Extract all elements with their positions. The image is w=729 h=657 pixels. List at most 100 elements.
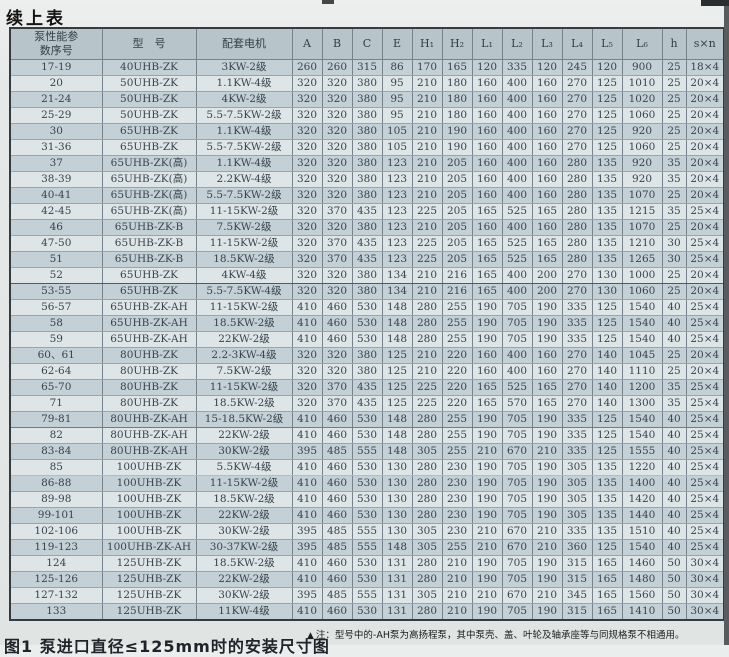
dimension-cell: 25 [662,284,686,300]
table-row: 62-6480UHB-ZK7.5KW-2级3203203801252102201… [10,364,724,380]
dimension-cell: 210 [412,140,442,156]
dimension-cell: 135 [592,460,622,476]
dimension-cell: 190 [472,476,502,492]
model-cell: 65UHB-ZK-B [102,236,196,252]
dimension-cell: 305 [412,588,442,604]
dimension-cell: 190 [442,140,472,156]
dimension-cell: 148 [382,332,412,348]
motor-cell: 5.5-7.5KW-2级 [196,108,292,124]
param-no-cell: 89-98 [10,492,102,508]
param-no-cell: 60、61 [10,348,102,364]
dimension-cell: 280 [562,172,592,188]
dimension-cell: 225 [412,396,442,412]
dimension-cell: 125 [592,300,622,316]
dimension-cell: 1540 [622,332,662,348]
dimension-cell: 131 [382,556,412,572]
dimension-cell: 160 [472,156,502,172]
dimension-cell: 305 [562,460,592,476]
dimension-cell: 220 [442,364,472,380]
dimension-cell: 380 [352,348,382,364]
dimension-cell: 20×4 [686,108,724,124]
dimension-cell: 210 [412,172,442,188]
dimension-cell: 190 [472,508,502,524]
dimension-cell: 1110 [622,364,662,380]
dimension-cell: 160 [532,92,562,108]
dimension-cell: 35 [662,380,686,396]
model-cell: 65UHB-ZK [102,284,196,300]
dimension-cell: 410 [292,492,322,508]
dimension-cell: 130 [382,460,412,476]
dimension-cell: 190 [532,428,562,444]
model-cell: 50UHB-ZK [102,92,196,108]
dimension-cell: 25 [662,348,686,364]
model-cell: 65UHB-ZK(高) [102,188,196,204]
dimension-cell: 20×4 [686,364,724,380]
dimension-cell: 260 [292,60,322,76]
dimension-cell: 255 [442,540,472,556]
dimension-cell: 1560 [622,588,662,604]
dimension-cell: 255 [442,428,472,444]
param-no-cell: 38-39 [10,172,102,188]
dimension-cell: 25×4 [686,524,724,540]
dimension-cell: 460 [322,300,352,316]
dimension-cell: 320 [322,284,352,300]
dimension-cell: 25×4 [686,460,724,476]
table-row: 5265UHB-ZK4KW-4级320320380134210216165400… [10,268,724,284]
dimension-cell: 230 [442,476,472,492]
footnote-text: 注：型号中的-AH泵为高扬程泵，其中泵壳、盖、叶轮及轴承座等与同规格泵不相通用。 [316,630,685,641]
dimension-cell: 20×4 [686,156,724,172]
dimension-cell: 1070 [622,220,662,236]
dimension-cell: 670 [502,524,532,540]
dimension-cell: 131 [382,604,412,621]
dimension-cell: 400 [502,268,532,284]
dimension-cell: 320 [292,252,322,268]
dimension-cell: 255 [442,316,472,332]
table-row: 83-8480UHB-ZK-AH30KW-2级39548555514830525… [10,444,724,460]
dimension-cell: 320 [292,268,322,284]
dimension-cell: 180 [442,92,472,108]
dimension-cell: 190 [532,460,562,476]
dimension-cell: 395 [292,540,322,556]
dimension-cell: 220 [442,380,472,396]
dimension-cell: 165 [472,396,502,412]
dimension-cell: 25 [662,92,686,108]
dimension-cell: 190 [532,300,562,316]
dimension-cell: 134 [382,284,412,300]
dimension-cell: 160 [472,364,502,380]
dimension-cell: 130 [382,508,412,524]
param-no-cell: 65-70 [10,380,102,396]
dimension-cell: 50 [662,572,686,588]
dimension-cell: 1060 [622,108,662,124]
dimension-cell: 160 [472,76,502,92]
dimension-cell: 160 [472,172,502,188]
dimension-cell: 125 [592,428,622,444]
dimension-cell: 160 [472,348,502,364]
dimension-cell: 160 [532,124,562,140]
dimension-cell: 148 [382,412,412,428]
dimension-cell: 25 [662,108,686,124]
model-cell: 125UHB-ZK [102,604,196,621]
dimension-cell: 125 [592,444,622,460]
dimension-cell: 315 [562,604,592,621]
dimension-cell: 125 [592,108,622,124]
dimension-cell: 190 [472,556,502,572]
dimension-cell: 25 [662,268,686,284]
motor-cell: 30KW-2级 [196,588,292,604]
table-row: 42-4565UHB-ZK(高)11-15KW-2级32037043512322… [10,204,724,220]
dimension-cell: 270 [562,380,592,396]
dimension-cell: 210 [442,572,472,588]
column-header: H₁ [412,28,442,60]
dimension-cell: 320 [292,92,322,108]
dimension-cell: 165 [592,588,622,604]
dimension-cell: 460 [322,460,352,476]
dimension-cell: 1540 [622,540,662,556]
dimension-cell: 160 [532,364,562,380]
dimension-cell: 530 [352,316,382,332]
dimension-cell: 270 [562,140,592,156]
dimension-cell: 20×4 [686,188,724,204]
dimension-cell: 30 [662,236,686,252]
model-cell: 65UHB-ZK(高) [102,172,196,188]
motor-cell: 1.1KW-4级 [196,76,292,92]
dimension-cell: 210 [532,540,562,556]
dimension-cell: 320 [322,268,352,284]
